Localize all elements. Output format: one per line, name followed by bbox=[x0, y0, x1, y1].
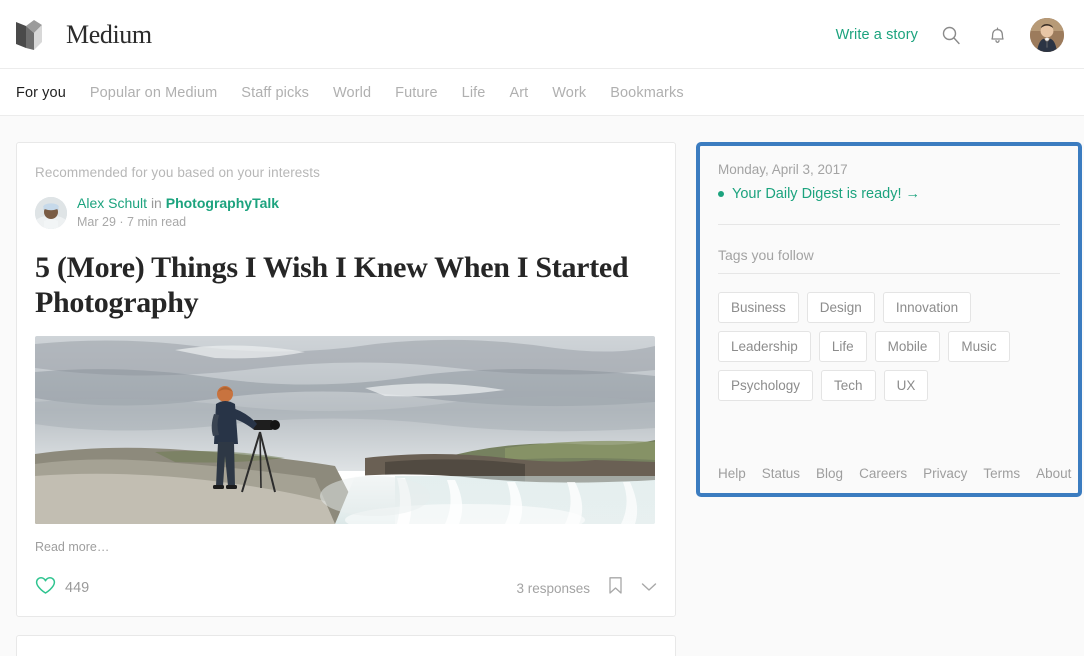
nav-item-staff-picks[interactable]: Staff picks bbox=[241, 85, 309, 101]
sidebar-footer: Help Status Blog Careers Privacy Terms A… bbox=[718, 452, 1060, 481]
nav-item-art[interactable]: Art bbox=[509, 85, 528, 101]
article-title[interactable]: 5 (More) Things I Wish I Knew When I Sta… bbox=[35, 250, 657, 321]
nav-item-world[interactable]: World bbox=[333, 85, 371, 101]
meta-separator: · bbox=[119, 215, 123, 229]
recommendation-label: Recommended for you based on your intere… bbox=[35, 165, 657, 180]
tag-chip-tech[interactable]: Tech bbox=[821, 370, 876, 401]
nav-item-popular-on-medium[interactable]: Popular on Medium bbox=[90, 85, 217, 101]
avatar[interactable] bbox=[1030, 18, 1064, 52]
read-time: 7 min read bbox=[127, 215, 186, 229]
author-avatar-image bbox=[35, 197, 67, 229]
footer-link-help[interactable]: Help bbox=[718, 466, 746, 481]
digest-date: Monday, April 3, 2017 bbox=[718, 162, 1060, 177]
clap-group[interactable]: 449 bbox=[35, 576, 89, 600]
tag-chip-leadership[interactable]: Leadership bbox=[718, 331, 811, 362]
brand-name: Medium bbox=[66, 20, 152, 50]
page-content: Recommended for you based on your intere… bbox=[0, 116, 1084, 656]
tag-list: Business Design Innovation Leadership Li… bbox=[718, 292, 1060, 401]
footer-link-terms[interactable]: Terms bbox=[983, 466, 1020, 481]
footer-link-about[interactable]: About bbox=[1036, 466, 1071, 481]
footer-link-privacy[interactable]: Privacy bbox=[923, 466, 967, 481]
header-actions: Write a story bbox=[836, 18, 1064, 52]
byline-line-author: Alex Schult in PhotographyTalk bbox=[77, 194, 279, 213]
tag-chip-music[interactable]: Music bbox=[948, 331, 1009, 362]
card-footer: 449 3 responses bbox=[35, 576, 657, 600]
tag-chip-psychology[interactable]: Psychology bbox=[718, 370, 813, 401]
write-a-story-link[interactable]: Write a story bbox=[836, 27, 918, 43]
nav-item-life[interactable]: Life bbox=[462, 85, 486, 101]
tag-chip-life[interactable]: Life bbox=[819, 331, 867, 362]
daily-digest-link[interactable]: Your Daily Digest is ready! → bbox=[718, 186, 1060, 202]
bookmark-icon[interactable] bbox=[608, 576, 623, 600]
article-byline: Alex Schult in PhotographyTalk Mar 29 · … bbox=[35, 194, 657, 232]
footer-link-blog[interactable]: Blog bbox=[816, 466, 843, 481]
responses-count[interactable]: 3 responses bbox=[516, 581, 590, 596]
article-date: Mar 29 bbox=[77, 215, 116, 229]
heart-icon[interactable] bbox=[35, 576, 56, 600]
divider bbox=[718, 224, 1060, 225]
green-dot-icon bbox=[718, 191, 724, 197]
article-hero-image[interactable] bbox=[35, 336, 655, 524]
bell-icon[interactable] bbox=[984, 22, 1010, 48]
nav-item-future[interactable]: Future bbox=[395, 85, 438, 101]
avatar-image bbox=[1030, 18, 1064, 52]
primary-nav: For you Popular on Medium Staff picks Wo… bbox=[0, 69, 1084, 116]
divider bbox=[718, 273, 1060, 274]
sidebar-panel: Monday, April 3, 2017 Your Daily Digest … bbox=[696, 142, 1082, 497]
byline-meta: Mar 29 · 7 min read bbox=[77, 214, 279, 231]
article-card[interactable]: Recommended for you based on your intere… bbox=[16, 635, 676, 656]
nav-item-bookmarks[interactable]: Bookmarks bbox=[610, 85, 683, 101]
brand-logo[interactable]: Medium bbox=[16, 20, 152, 50]
daily-digest-label: Your Daily Digest is ready! → bbox=[732, 186, 920, 202]
tag-chip-design[interactable]: Design bbox=[807, 292, 875, 323]
nav-item-work[interactable]: Work bbox=[552, 85, 586, 101]
tag-chip-ux[interactable]: UX bbox=[884, 370, 929, 401]
author-name[interactable]: Alex Schult bbox=[77, 195, 147, 211]
nav-item-for-you[interactable]: For you bbox=[16, 85, 66, 101]
search-icon[interactable] bbox=[938, 22, 964, 48]
tag-chip-innovation[interactable]: Innovation bbox=[883, 292, 971, 323]
article-feed: Recommended for you based on your intere… bbox=[16, 142, 676, 656]
byline-text: Alex Schult in PhotographyTalk Mar 29 · … bbox=[77, 194, 279, 232]
card-footer-actions: 3 responses bbox=[516, 576, 657, 600]
footer-link-careers[interactable]: Careers bbox=[859, 466, 907, 481]
tag-chip-business[interactable]: Business bbox=[718, 292, 799, 323]
site-header: Medium Write a story bbox=[0, 0, 1084, 69]
tags-heading: Tags you follow bbox=[718, 247, 1060, 263]
article-card[interactable]: Recommended for you based on your intere… bbox=[16, 142, 676, 617]
read-more-label[interactable]: Read more… bbox=[35, 540, 657, 554]
clap-count: 449 bbox=[65, 580, 89, 596]
footer-link-status[interactable]: Status bbox=[762, 466, 800, 481]
publication-name[interactable]: PhotographyTalk bbox=[166, 195, 279, 211]
chevron-down-icon[interactable] bbox=[641, 579, 657, 597]
medium-m-logo-icon bbox=[16, 20, 53, 50]
tag-chip-mobile[interactable]: Mobile bbox=[875, 331, 941, 362]
byline-in-word: in bbox=[151, 195, 162, 211]
author-avatar[interactable] bbox=[35, 197, 67, 229]
